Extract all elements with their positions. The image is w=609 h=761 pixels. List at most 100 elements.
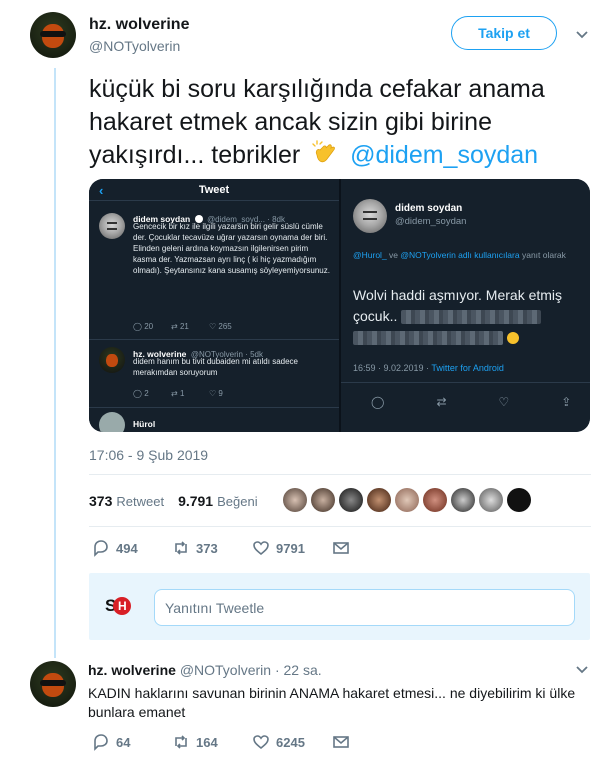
dk-reply-icon: ◯ [371,395,385,409]
like-action-count: 9791 [276,540,305,556]
reply-time[interactable]: · 22 sa. [275,662,322,678]
dk-reply-suffix: yanıt olarak [521,250,566,260]
retweet-action[interactable]: 373 [172,539,252,557]
dm-icon[interactable] [332,733,350,751]
dk-retweet-icon: ⇄ [436,395,447,409]
user-avatar-logo[interactable]: S H [105,594,137,618]
dk-post3-name: Hürol [133,419,156,429]
like-action[interactable]: 9791 [252,539,332,557]
dk-right-time: 16:59 · 9.02.2019 · [353,363,430,373]
reply-dm-action[interactable] [332,733,350,751]
dk-post1-text: Gencecik bir kız ile ilgili yazarsın bir… [133,222,330,275]
divider [89,526,591,527]
retweet-icon[interactable] [172,539,190,557]
reply-author-handle[interactable]: @NOTyolverin [180,662,271,678]
liker-avatar[interactable] [283,488,307,512]
chevron-down-icon[interactable] [575,28,589,42]
dk-right-reply-to: @Hurol_ ve @NOTyolverin adlı kullanıcıla… [353,249,589,261]
chevron-down-icon[interactable] [575,663,589,677]
reply-icon[interactable] [92,733,110,751]
tweet-text: küçük bi soru karşılığında cefakar anama… [89,73,599,172]
dk-avatar-hurol [99,412,125,432]
dk-avatar-wolverine [99,347,125,373]
reply-author-name[interactable]: hz. wolverine [88,662,176,678]
dm-icon[interactable] [332,539,350,557]
liker-avatar[interactable] [395,488,419,512]
blurred-text [401,310,542,325]
reply-text: KADIN haklarını savunan birinin ANAMA ha… [88,685,576,720]
heart-icon[interactable] [252,733,270,751]
dk-reply-mid: ve [389,250,399,260]
tweet-actions: 494 373 9791 [92,539,350,557]
thread-line [54,68,56,658]
dk-reply-mention-1: @Hurol_ [353,250,387,260]
dk-post1-likes: 265 [218,322,232,331]
author-handle[interactable]: @NOTyolverin [89,38,180,54]
dk-heart-icon: ♡ [498,395,510,409]
dk-post1-replies: 20 [144,322,154,331]
liker-avatar[interactable] [367,488,391,512]
dk-post1-actions: ◯ 20 ⇄ 21 ♡ 265 [133,322,232,331]
liker-avatar[interactable] [479,488,503,512]
reply-retweet-action[interactable]: 164 [172,733,252,751]
tweet-stats: 373 Retweet 9.791 Beğeni [89,489,258,513]
dk-right-text-block: Wolvi haddi aşmıyor. Merak etmiş çocuk.. [353,285,589,348]
dk-post2-rts: 1 [179,389,185,398]
reply-input[interactable]: Yanıtını Tweetle [154,589,575,626]
reply-count: 494 [116,540,138,556]
liker-avatar[interactable] [451,488,475,512]
likers-avatars[interactable] [283,488,531,512]
retweet-count[interactable]: 373 [89,493,112,509]
dk-right-actions: ◯ ⇄ ♡ ⇪ [371,395,571,409]
retweet-action-count: 373 [196,540,218,556]
reply-retweet-count: 164 [196,734,218,750]
logo-h: H [113,597,132,615]
reply-reply-count: 64 [116,734,131,750]
media-left-screenshot[interactable]: ‹ Tweet didem soydan @didem_soyd... · 8d… [89,179,341,432]
dk-post2-replies: 2 [144,389,149,398]
reply-avatar[interactable] [30,661,76,707]
like-count[interactable]: 9.791 [178,493,213,509]
retweet-icon[interactable] [172,733,190,751]
liker-avatar[interactable] [507,488,531,512]
liker-avatar[interactable] [423,488,447,512]
author-name[interactable]: hz. wolverine [89,16,189,34]
retweet-label[interactable]: Retweet [116,494,164,509]
reply-header: hz. wolverine @NOTyolverin · 22 sa. [88,662,322,678]
clap-emoji-icon [312,140,336,163]
blurred-text-2 [353,331,503,346]
dk-post2-likes: 9 [218,389,223,398]
dk-right-avatar [353,199,387,233]
dk-header: ‹ Tweet [89,179,339,201]
reply-reply-action[interactable]: 64 [92,733,172,751]
liker-avatar[interactable] [311,488,335,512]
heart-icon[interactable] [252,539,270,557]
dk-post2-actions: ◯ 2 ⇄ 1 ♡ 9 [133,389,223,398]
dk-right-source: Twitter for Android [431,363,504,373]
follow-button[interactable]: Takip et [451,16,557,50]
liker-avatar[interactable] [339,488,363,512]
reply-action[interactable]: 494 [92,539,172,557]
mention-link[interactable]: @didem_soydan [350,141,538,169]
dk-right-meta: 16:59 · 9.02.2019 · Twitter for Android [353,363,504,373]
reply-actions: 64 164 6245 [92,733,350,751]
dk-post2-text: didem hanım bu tivit dubaiden mi atıldı … [133,357,298,377]
reply-like-count: 6245 [276,734,305,750]
dk-right-name: didem soydan [395,203,463,214]
tweet-media[interactable]: ‹ Tweet didem soydan @didem_soyd... · 8d… [89,179,590,432]
media-right-screenshot[interactable]: didem soydan @didem_soydan @Hurol_ ve @N… [341,179,590,432]
divider [89,474,591,475]
share-icon: ⇪ [561,395,572,409]
dk-post1-rts: 21 [179,322,189,331]
reply-like-action[interactable]: 6245 [252,733,332,751]
dk-header-title: Tweet [198,183,230,196]
like-label[interactable]: Beğeni [217,494,257,509]
reply-icon[interactable] [92,539,110,557]
tweet-timestamp[interactable]: 17:06 - 9 Şub 2019 [89,447,208,463]
emoji-icon [506,332,519,345]
dk-avatar-didem [99,213,125,239]
dm-action[interactable] [332,539,350,557]
dk-reply-mention-2: @NOTyolverin adlı kullanıcılara [400,250,520,260]
avatar[interactable] [30,12,76,58]
dk-right-handle: @didem_soydan [395,216,467,227]
